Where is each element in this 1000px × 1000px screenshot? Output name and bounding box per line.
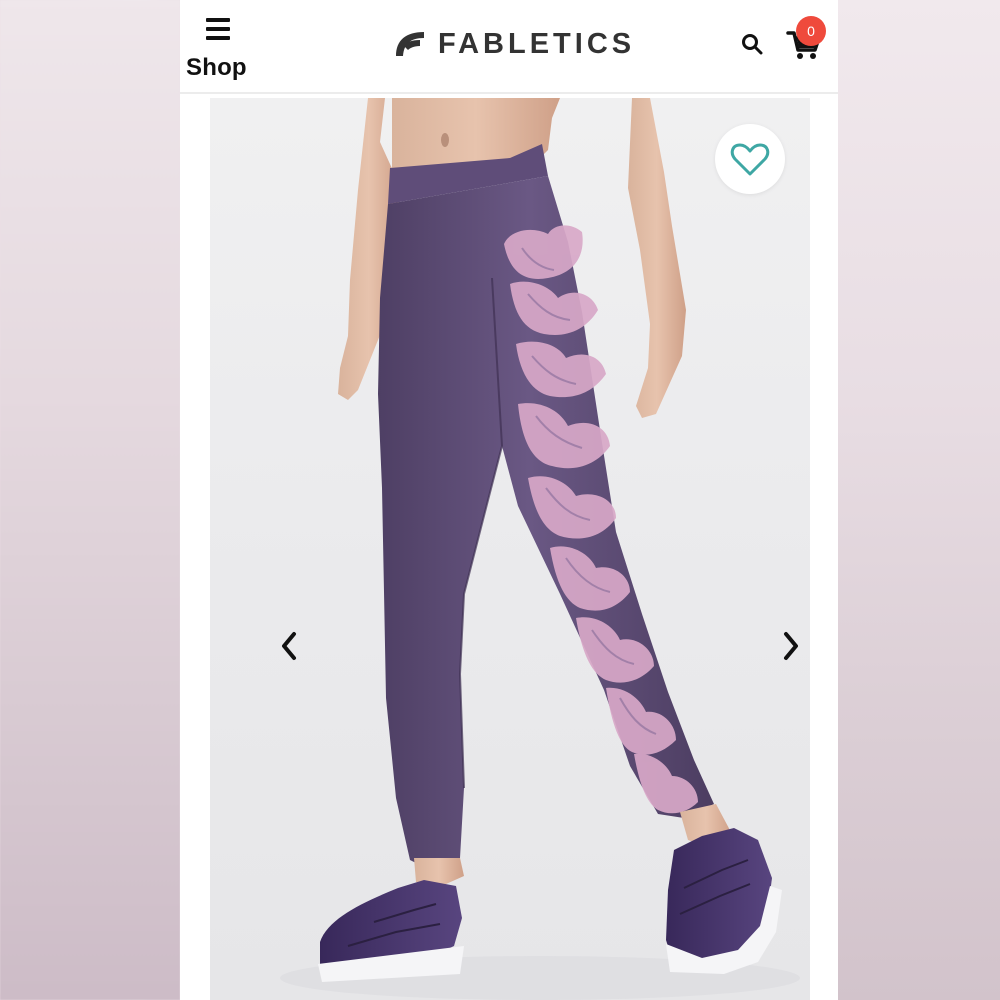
search-button[interactable] [740,32,764,56]
cart-count-badge: 0 [796,16,826,46]
chevron-right-icon [784,632,798,660]
heart-icon [730,143,770,176]
mobile-page: Shop FABLETICS 0 [180,0,838,1000]
product-photo-leggings [280,98,800,1000]
top-navigation-bar: Shop FABLETICS 0 [180,0,838,94]
shop-label: Shop [186,54,247,81]
product-image-gallery[interactable] [210,98,810,1000]
favorite-button[interactable] [715,124,785,194]
hamburger-icon [206,18,230,40]
brand-logo-link[interactable]: FABLETICS [390,24,635,64]
right-background-blur [838,0,1000,1000]
shop-menu-button[interactable]: Shop [184,12,250,84]
fabletics-logo-icon [396,32,424,56]
previous-image-button[interactable] [274,626,304,666]
chevron-left-icon [282,632,296,660]
left-background-blur [0,0,180,1000]
brand-name: FABLETICS [438,27,636,60]
next-image-button[interactable] [776,626,806,666]
search-icon [742,34,763,55]
